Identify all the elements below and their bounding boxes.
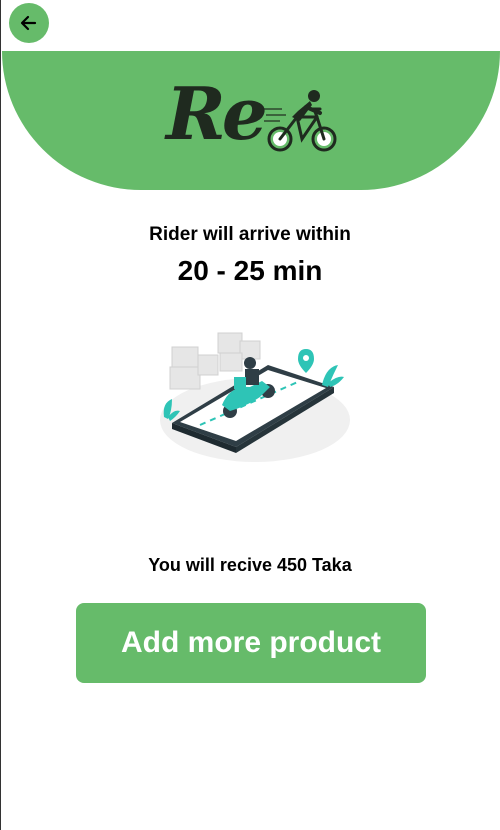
arrival-time: 20 - 25 min (177, 255, 323, 286)
arrow-left-icon (20, 15, 37, 31)
logo-text: Re (166, 71, 268, 156)
payout-text: You will recive 450 Taka (148, 555, 352, 575)
back-button[interactable] (9, 3, 49, 43)
header-banner: Re (2, 51, 500, 190)
arrival-label: Rider will arrive within (149, 224, 351, 245)
brand-logo: Re (162, 71, 342, 157)
left-border (0, 0, 1, 830)
add-more-product-button[interactable]: Add more product (76, 603, 426, 683)
cyclist-icon (262, 90, 337, 152)
scooter-delivery-illustration (160, 332, 350, 462)
